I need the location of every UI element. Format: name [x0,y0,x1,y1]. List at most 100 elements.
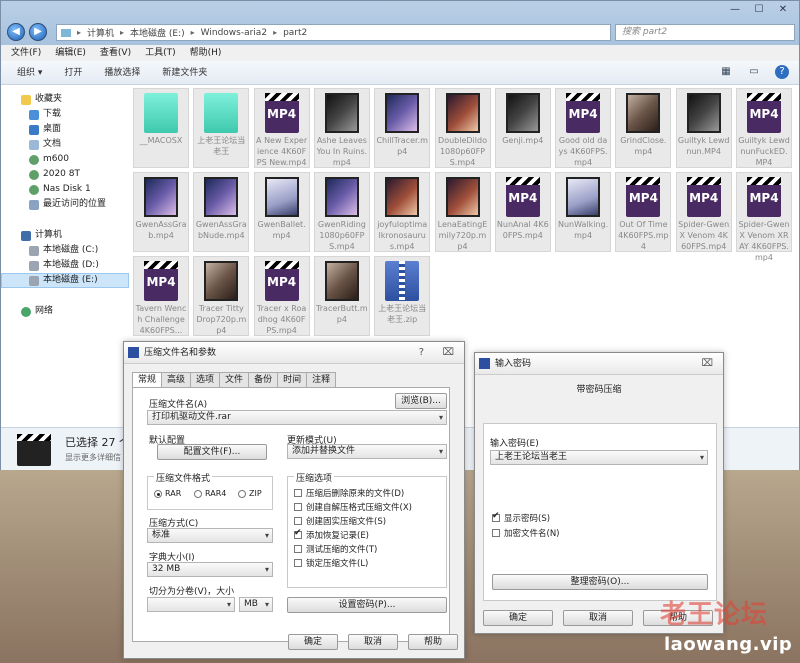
view-options-icon[interactable]: ▦ [719,65,733,79]
encrypt-file-names-checkbox[interactable]: 加密文件名(N) [492,527,560,539]
tab-comment[interactable]: 注释 [306,372,337,387]
file-item[interactable]: MP4 A New Experience 4K60FPS New.mp4 [253,88,310,168]
menu-tools[interactable]: 工具(T) [145,45,176,61]
menu-help[interactable]: 帮助(H) [190,45,222,61]
close-icon[interactable]: ✕ [775,3,791,17]
dictionary-size-select[interactable]: 32 MB [147,562,273,577]
test-archived-files-checkbox[interactable]: 测试压缩的文件(T) [294,543,377,555]
file-item[interactable]: Ashe Leaves You In Ruins.mp4 [313,88,370,168]
menu-view[interactable]: 查看(V) [100,45,131,61]
file-item[interactable]: GwenAssGrabNude.mp4 [193,172,250,252]
file-item[interactable]: NunWalking.mp4 [555,172,612,252]
organize-button[interactable]: 组织 ▾ [17,61,42,84]
play-selection-button[interactable]: 播放选择 [104,61,140,84]
create-sfx-checkbox[interactable]: 创建自解压格式压缩文件(X) [294,501,412,513]
file-item[interactable]: MP4 Spider-Gwen X Venom XRAY 4K60FPS.mp4 [736,172,792,262]
cancel-button[interactable]: 取消 [348,634,398,650]
nav-m600[interactable]: m600 [1,152,129,167]
file-item[interactable]: ChillTracer.mp4 [374,88,431,168]
tab-general[interactable]: 常规 [132,372,163,388]
menu-file[interactable]: 文件(F) [11,45,41,61]
file-item[interactable]: 上老王论坛当老王.zip [374,256,431,336]
nav-nas-disk[interactable]: Nas Disk 1 [1,182,129,197]
file-item[interactable]: DoubleDildo1080p60FPS.mp4 [434,88,491,168]
file-item[interactable]: Genji.mp4 [494,88,551,168]
nav-network[interactable]: 网络 [1,304,129,319]
file-item[interactable]: Tracer Titty Drop720p.mp4 [193,256,250,336]
file-item[interactable]: MP4 Out Of Time 4K60FPS.mp4 [615,172,672,252]
password-input[interactable]: 上老王论坛当老王 [490,450,708,465]
help-icon[interactable]: ? [419,342,424,364]
split-unit-select[interactable]: MB [239,597,273,612]
open-button[interactable]: 打开 [64,61,82,84]
tab-advanced[interactable]: 高级 [161,372,192,387]
tab-files[interactable]: 文件 [219,372,250,387]
file-item[interactable]: LenaEatingEmily720p.mp4 [434,172,491,252]
archive-name-input[interactable]: 打印机驱动文件.rar [147,410,447,425]
create-solid-checkbox[interactable]: 创建固实压缩文件(S) [294,515,386,527]
nav-computer[interactable]: 计算机 [1,228,129,243]
file-item[interactable]: Guiltyk Lewd nun.MP4 [675,88,732,168]
add-recovery-record-checkbox[interactable]: 添加恢复记录(E) [294,528,369,541]
help-button[interactable]: 帮助 [408,634,458,650]
profiles-button[interactable]: 配置文件(F)... [157,444,267,460]
breadcrumb-computer[interactable]: 计算机 [87,26,114,39]
nav-drive-d[interactable]: 本地磁盘 (D:) [1,258,129,273]
cancel-button[interactable]: 取消 [563,610,633,626]
nav-recent[interactable]: 最近访问的位置 [1,197,129,212]
forward-button[interactable]: ▶ [29,23,47,41]
breadcrumb-folder[interactable]: Windows-aria2 [201,28,267,38]
close-icon[interactable]: ⌧ [701,353,713,375]
file-item[interactable]: GwenAssGrab.mp4 [133,172,189,252]
search-input[interactable]: 搜索 part2 [615,24,795,41]
format-rar4-radio[interactable]: RAR4 [194,489,226,498]
file-item[interactable]: GwenRiding1080p60FPS.mp4 [313,172,370,252]
file-item[interactable]: MP4 Spider-Gwen X Venom 4K60FPS.mp4 [675,172,732,252]
split-size-input[interactable] [147,597,235,612]
file-item[interactable]: __MACOSX [133,88,189,168]
help-icon[interactable]: ? [775,65,789,79]
file-item[interactable]: MP4 Guiltyk Lewd nunFuckED.MP4 [736,88,792,168]
nav-documents[interactable]: 文档 [1,137,129,152]
organize-passwords-button[interactable]: 整理密码(O)... [492,574,708,590]
nav-drive-e[interactable]: 本地磁盘 (E:) [1,273,129,288]
lock-archive-checkbox[interactable]: 锁定压缩文件(L) [294,557,368,569]
update-mode-select[interactable]: 添加并替换文件 [287,444,447,459]
compression-method-select[interactable]: 标准 [147,528,273,543]
file-item[interactable]: 上老王论坛当老王 [193,88,250,168]
menu-edit[interactable]: 编辑(E) [55,45,86,61]
tab-time[interactable]: 时间 [277,372,308,387]
file-item[interactable]: MP4 Tavern Wench Challenge 4K60FPS... [133,256,189,336]
breadcrumb-current[interactable]: part2 [283,28,307,38]
maximize-icon[interactable]: ☐ [751,3,767,17]
file-item[interactable]: joyfuloptimalkronosaurus.mp4 [374,172,431,252]
nav-desktop[interactable]: 桌面 [1,122,129,137]
format-zip-radio[interactable]: ZIP [238,489,262,498]
address-bar[interactable]: ▸ 计算机 ▸ 本地磁盘 (E:) ▸ Windows-aria2 ▸ part… [56,24,611,41]
ok-button[interactable]: 确定 [483,610,553,626]
file-item[interactable]: TracerButt.mp4 [313,256,370,336]
file-item[interactable]: GrindClose.mp4 [615,88,672,168]
set-password-button[interactable]: 设置密码(P)... [287,597,447,613]
preview-pane-icon[interactable]: ▭ [747,65,761,79]
show-password-checkbox[interactable]: 显示密码(S) [492,511,550,524]
file-item[interactable]: MP4 NunAnal 4K60FPS.mp4 [494,172,551,252]
ok-button[interactable]: 确定 [288,634,338,650]
file-item[interactable]: MP4 Tracer x Roadhog 4K60FPS.mp4 [253,256,310,336]
show-more-details-link[interactable]: 显示更多详细信 [65,452,121,463]
tab-options[interactable]: 选项 [190,372,221,387]
nav-downloads[interactable]: 下载 [1,107,129,122]
file-item[interactable]: GwenBallet.mp4 [253,172,310,252]
delete-after-archiving-checkbox[interactable]: 压缩后删除原来的文件(D) [294,487,404,499]
nav-2020-8t[interactable]: 2020 8T [1,167,129,182]
new-folder-button[interactable]: 新建文件夹 [162,61,207,84]
breadcrumb-drive[interactable]: 本地磁盘 (E:) [130,26,185,39]
format-rar-radio[interactable]: RAR [154,489,181,498]
back-button[interactable]: ◀ [7,23,25,41]
file-item[interactable]: MP4 Good old days 4K60FPS.mp4 [555,88,612,168]
browse-button[interactable]: 浏览(B)... [395,393,447,409]
minimize-icon[interactable]: — [727,3,743,17]
close-icon[interactable]: ⌧ [442,342,454,364]
nav-favorites[interactable]: 收藏夹 [1,92,129,107]
nav-drive-c[interactable]: 本地磁盘 (C:) [1,243,129,258]
